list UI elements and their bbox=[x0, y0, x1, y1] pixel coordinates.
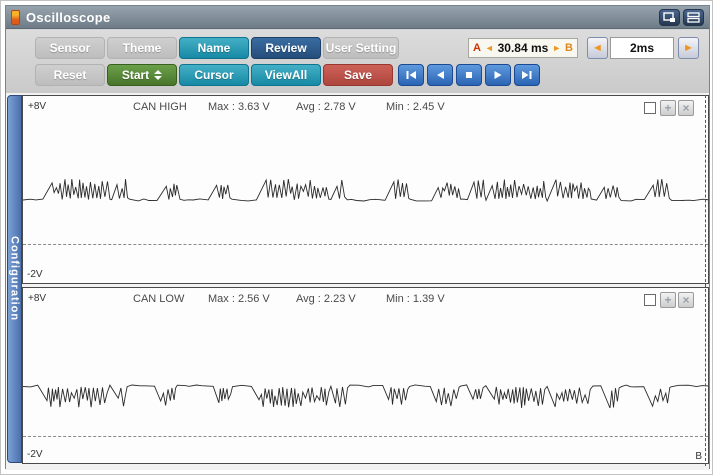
channel-bottom-voltage: -2V bbox=[27, 269, 43, 280]
start-button[interactable]: Start bbox=[107, 64, 177, 86]
tile-windows-icon bbox=[687, 12, 700, 23]
oscilloscope-window: Oscilloscope Sensor Theme Name Review Us… bbox=[5, 5, 710, 470]
window-title: Oscilloscope bbox=[26, 9, 111, 25]
cursor-a-arrow-icon[interactable]: ◄ bbox=[485, 43, 494, 53]
scope-area: Configuration +8V CAN HIGH Max : 3.63 V … bbox=[6, 93, 709, 470]
ab-delta-value: 30.84 ms bbox=[497, 41, 549, 55]
timebase-prev-button[interactable]: ◄ bbox=[587, 37, 608, 59]
channel-panel-can-high: +8V CAN HIGH Max : 3.63 V Avg : 2.78 V M… bbox=[22, 95, 709, 284]
skip-to-end-button[interactable] bbox=[514, 64, 540, 86]
channel-select-checkbox[interactable] bbox=[644, 102, 656, 114]
cursor-a-label: A bbox=[473, 42, 481, 54]
review-button[interactable]: Review bbox=[251, 37, 321, 59]
cursor-b-label: B bbox=[565, 42, 573, 54]
channel-min-value: Min : 2.45 V bbox=[386, 101, 445, 113]
channel-avg-value: Avg : 2.23 V bbox=[296, 293, 356, 305]
skip-to-start-icon bbox=[406, 71, 416, 79]
start-button-label: Start bbox=[121, 68, 150, 82]
skip-to-end-icon bbox=[522, 71, 532, 79]
channel-add-button[interactable]: + bbox=[660, 292, 676, 308]
timebase-next-button[interactable]: ► bbox=[678, 37, 699, 59]
skip-to-start-button[interactable] bbox=[398, 64, 424, 86]
toolbar: Sensor Theme Name Review User Setting Re… bbox=[6, 30, 709, 93]
ab-cursor-readout[interactable]: A ◄ 30.84 ms ► B bbox=[468, 38, 578, 58]
channel-top-voltage: +8V bbox=[28, 101, 47, 112]
reset-button[interactable]: Reset bbox=[35, 64, 105, 86]
play-icon bbox=[494, 71, 502, 79]
channel-top-voltage: +8V bbox=[28, 293, 47, 304]
channel-avg-value: Avg : 2.78 V bbox=[296, 101, 356, 113]
start-spinner-icon[interactable] bbox=[154, 70, 163, 80]
step-back-button[interactable] bbox=[427, 64, 453, 86]
user-setting-button[interactable]: User Setting bbox=[323, 37, 399, 59]
channel-name: CAN LOW bbox=[133, 293, 185, 305]
step-back-icon bbox=[437, 71, 444, 79]
timebase-value: 2ms bbox=[610, 37, 674, 59]
configuration-tab[interactable]: Configuration bbox=[7, 95, 22, 463]
name-button[interactable]: Name bbox=[179, 37, 249, 59]
channel-max-value: Max : 3.63 V bbox=[208, 101, 270, 113]
cursor-button[interactable]: Cursor bbox=[179, 64, 249, 86]
channel-panel-can-low: +8V CAN LOW Max : 2.56 V Avg : 2.23 V Mi… bbox=[22, 287, 709, 464]
stop-icon bbox=[466, 72, 472, 78]
channel-min-value: Min : 1.39 V bbox=[386, 293, 445, 305]
app-window: Oscilloscope Sensor Theme Name Review Us… bbox=[0, 0, 713, 475]
tile-windows-button[interactable] bbox=[683, 9, 704, 26]
channel-panels: +8V CAN HIGH Max : 3.63 V Avg : 2.78 V M… bbox=[22, 95, 709, 466]
channel-close-button[interactable]: × bbox=[678, 100, 694, 116]
sensor-button[interactable]: Sensor bbox=[35, 37, 105, 59]
titlebar[interactable]: Oscilloscope bbox=[6, 6, 709, 29]
waveform-plot-can-low[interactable] bbox=[23, 288, 709, 464]
channel-close-button[interactable]: × bbox=[678, 292, 694, 308]
cascade-windows-button[interactable] bbox=[659, 9, 680, 26]
channel-name: CAN HIGH bbox=[133, 101, 187, 113]
app-logo-icon bbox=[11, 9, 20, 25]
save-button[interactable]: Save bbox=[323, 64, 393, 86]
play-button[interactable] bbox=[485, 64, 511, 86]
viewall-button[interactable]: ViewAll bbox=[251, 64, 321, 86]
zero-reference-line bbox=[23, 244, 708, 245]
theme-button[interactable]: Theme bbox=[107, 37, 177, 59]
channel-max-value: Max : 2.56 V bbox=[208, 293, 270, 305]
configuration-tab-label: Configuration bbox=[8, 236, 21, 322]
stop-button[interactable] bbox=[456, 64, 482, 86]
cascade-windows-icon bbox=[663, 12, 675, 22]
waveform-plot-can-high[interactable] bbox=[23, 96, 709, 284]
channel-add-button[interactable]: + bbox=[660, 100, 676, 116]
channel-select-checkbox[interactable] bbox=[644, 294, 656, 306]
channel-bottom-voltage: -2V bbox=[27, 449, 43, 460]
cursor-b-arrow-icon[interactable]: ► bbox=[552, 43, 561, 53]
zero-reference-line bbox=[23, 436, 708, 437]
cursor-b-marker-label: B bbox=[695, 451, 702, 462]
